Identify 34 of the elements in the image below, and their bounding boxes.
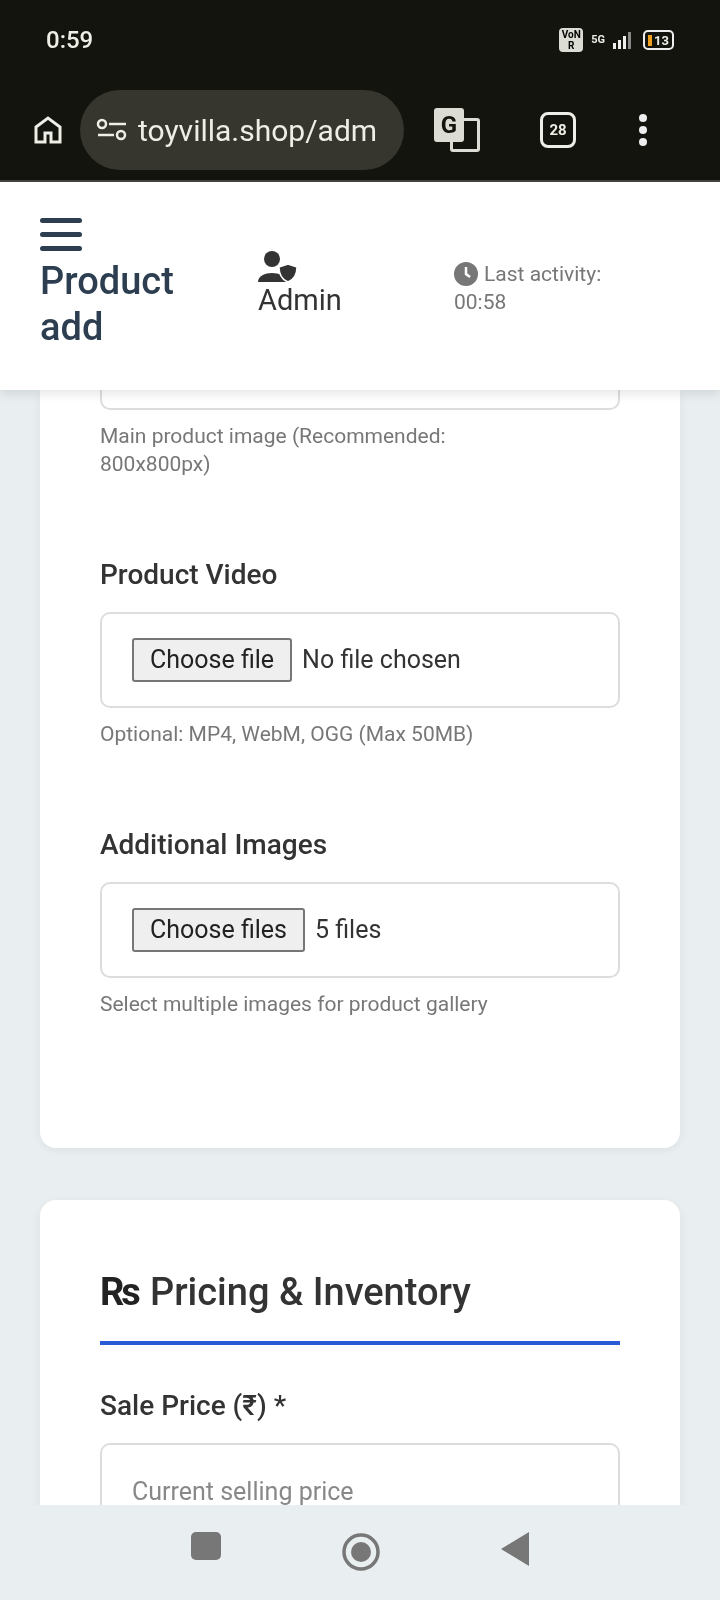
url-text: toyvilla.shop/adm bbox=[138, 111, 378, 150]
more-menu-icon[interactable] bbox=[638, 113, 648, 147]
url-bar[interactable]: toyvilla.shop/adm bbox=[80, 90, 404, 170]
user-role: Admin bbox=[258, 282, 343, 318]
tab-count[interactable]: 28 bbox=[540, 112, 576, 148]
vonr-badge: VoNR bbox=[559, 28, 584, 52]
back-icon[interactable] bbox=[501, 1532, 529, 1566]
field-hint: Optional: MP4, WebM, OGG (Max 50MB) bbox=[100, 721, 475, 748]
rupee-icon: Rs bbox=[100, 1264, 138, 1321]
activity-time: 00:58 bbox=[454, 289, 508, 316]
network-label: 5G bbox=[591, 31, 606, 48]
field-label: Sale Price (₹) * bbox=[100, 1389, 288, 1423]
price-input-field[interactable]: Current selling price bbox=[100, 1443, 620, 1505]
section-title: Pricing & Inventory bbox=[149, 1269, 471, 1316]
field-hint: Select multiple images for product gallery bbox=[100, 991, 489, 1018]
menu-icon[interactable] bbox=[40, 216, 82, 252]
file-status: No file chosen bbox=[302, 644, 461, 677]
battery-level: 13 bbox=[654, 33, 669, 47]
file-input-field[interactable]: Choose files 5 files bbox=[100, 882, 620, 978]
field-label: Additional Images bbox=[100, 828, 329, 862]
recents-icon[interactable] bbox=[191, 1532, 221, 1560]
choose-file-button[interactable]: Choose files bbox=[132, 908, 305, 952]
clock-time: 0:59 bbox=[46, 25, 94, 56]
clock-icon bbox=[454, 262, 478, 286]
home-button-icon[interactable] bbox=[341, 1532, 381, 1572]
admin-user-icon bbox=[258, 250, 298, 282]
field-label: Product Video bbox=[100, 558, 279, 592]
choose-file-button[interactable]: Choose file bbox=[132, 638, 293, 682]
file-status: 5 files bbox=[315, 914, 382, 947]
page-title: Product add bbox=[40, 258, 175, 350]
file-input-field[interactable]: Choose file No file chosen bbox=[100, 612, 620, 708]
image-input-field[interactable] bbox=[100, 390, 620, 410]
activity-label: Last activity: bbox=[484, 261, 602, 288]
field-hint: Main product image (Recommended: 800x800px) bbox=[100, 423, 447, 478]
